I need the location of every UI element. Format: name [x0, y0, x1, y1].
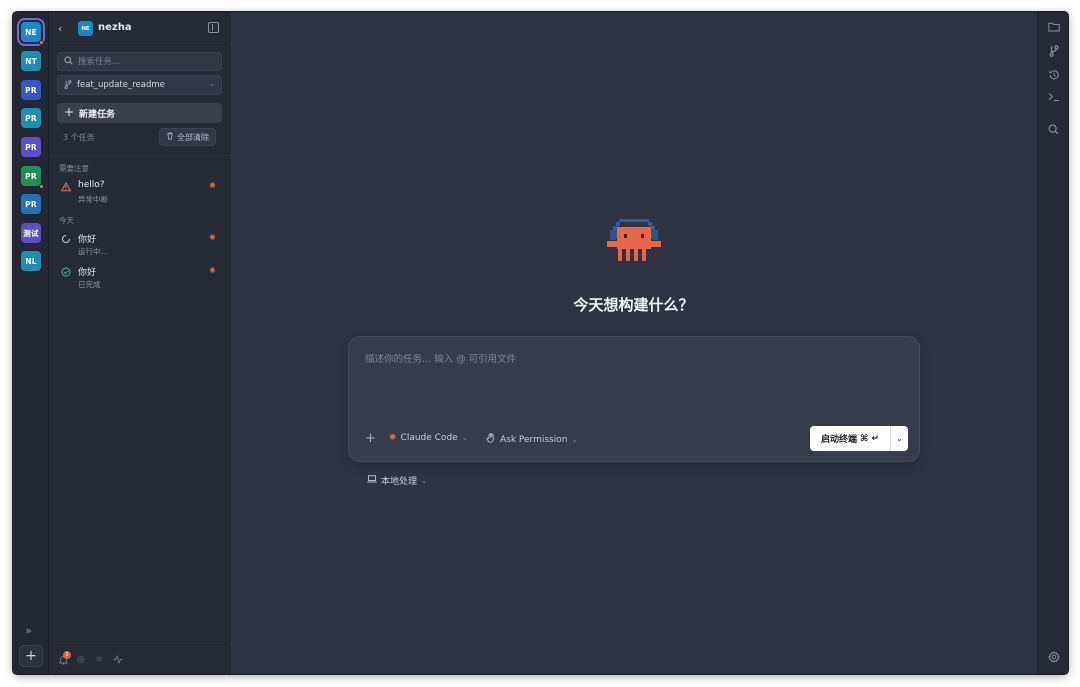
- task-sidebar: ‹ NE nezha feat_update_readme ⌄ + 新建任务 3…: [49, 12, 230, 674]
- page-title: 今天想构建什么？: [573, 296, 694, 314]
- launch-options-dropdown[interactable]: ⌄: [891, 426, 908, 451]
- task-title: 你好: [78, 268, 97, 278]
- sidebar-header: ‹ NE nezha: [49, 12, 230, 45]
- search-icon: [64, 56, 73, 68]
- project-pr-4[interactable]: PR: [21, 166, 44, 189]
- project-nl[interactable]: NL: [21, 251, 41, 271]
- main-panel: 今天想构建什么？ + ✺ Claude Code ⌄ Ask Permissio…: [230, 12, 1037, 674]
- folder-icon[interactable]: [1047, 22, 1060, 35]
- trash-icon: [166, 132, 174, 142]
- claude-agent-icon: ✺: [389, 433, 397, 443]
- execution-mode-label: 本地处理: [381, 477, 418, 487]
- task-status: 已完成: [78, 280, 101, 289]
- clear-all-button[interactable]: 全部清除: [159, 128, 216, 146]
- claude-agent-icon: ✺: [209, 181, 216, 190]
- spinner-icon: [61, 234, 71, 244]
- project-rail: NE NT PR PR PR PR PR 测试 NL » +: [13, 12, 49, 674]
- task-title: 你好: [78, 235, 97, 245]
- activity-dot: [39, 184, 44, 189]
- chevron-down-icon: ⌄: [461, 434, 468, 442]
- task-status: 异常中断: [78, 195, 108, 204]
- launch-terminal-split-button: 启动终端 ⌘ ↵ ⌄: [810, 426, 908, 451]
- add-attachment-button[interactable]: +: [365, 431, 376, 446]
- execution-mode-selector[interactable]: 本地处理 ⌄: [367, 474, 427, 487]
- check-circle-icon: [61, 267, 71, 277]
- project-ne[interactable]: NE: [17, 18, 45, 46]
- task-item[interactable]: 你好 运行中... ✺: [59, 232, 219, 260]
- chevron-down-icon: ⌄: [571, 435, 578, 444]
- project-nt[interactable]: NT: [21, 51, 41, 71]
- activity-dot: [39, 40, 44, 45]
- history-icon[interactable]: [1047, 69, 1060, 82]
- new-task-button[interactable]: + 新建任务: [57, 103, 222, 123]
- warning-icon: [60, 181, 72, 192]
- group-label-attention: 需要注意: [59, 164, 89, 173]
- sidebar-footer: 1 ◎ ☼: [49, 644, 230, 674]
- activity-icon[interactable]: [113, 654, 123, 667]
- project-pr-5[interactable]: PR: [21, 194, 41, 214]
- project-pr-3[interactable]: PR: [21, 137, 41, 157]
- clear-all-label: 全部清除: [177, 132, 209, 142]
- notification-badge: 1: [63, 651, 71, 659]
- agent-name: Claude Code: [400, 433, 458, 443]
- hand-icon: [486, 433, 496, 446]
- settings-circle-icon[interactable]: ◎: [77, 655, 85, 665]
- task-composer: + ✺ Claude Code ⌄ Ask Permission ⌄ 启动终端 …: [348, 336, 920, 462]
- launch-terminal-button[interactable]: 启动终端 ⌘ ↵: [810, 426, 890, 451]
- claude-agent-icon: ✺: [209, 266, 216, 275]
- chevron-down-icon: ⌄: [209, 80, 215, 88]
- expand-rail-icon[interactable]: »: [25, 624, 32, 637]
- project-test[interactable]: 测试: [21, 223, 41, 243]
- git-branch-icon[interactable]: [1047, 45, 1060, 58]
- new-task-label: 新建任务: [79, 110, 116, 120]
- add-project-button[interactable]: +: [19, 645, 43, 667]
- back-chevron-icon[interactable]: ‹: [58, 22, 62, 35]
- app-window: NE NT PR PR PR PR PR 测试 NL » + ‹ NE nezh…: [13, 12, 1068, 674]
- task-count: 3 个任务: [63, 133, 95, 142]
- claude-agent-icon: ✺: [209, 233, 216, 242]
- right-toolbar: [1037, 12, 1068, 674]
- plus-icon: +: [64, 105, 75, 119]
- task-status: 运行中...: [78, 247, 108, 256]
- project-pr-2[interactable]: PR: [21, 108, 41, 128]
- project-logo: NE: [78, 21, 93, 36]
- laptop-icon: [367, 475, 377, 486]
- project-pr-1[interactable]: PR: [21, 80, 41, 100]
- octopus-mascot-icon: [607, 219, 661, 261]
- task-item[interactable]: hello? 异常中断 ✺: [59, 180, 219, 208]
- terminal-icon[interactable]: [1047, 92, 1060, 105]
- task-search[interactable]: [57, 52, 222, 71]
- launch-label: 启动终端: [820, 435, 857, 445]
- search-input[interactable]: [78, 55, 218, 68]
- project-name: nezha: [98, 22, 132, 33]
- collapse-sidebar-icon[interactable]: [208, 22, 219, 33]
- divider: [49, 155, 230, 156]
- chevron-down-icon: ⌄: [421, 476, 427, 485]
- permission-selector[interactable]: Ask Permission ⌄: [486, 433, 577, 446]
- sun-icon[interactable]: ☼: [95, 655, 103, 665]
- task-title: hello?: [78, 180, 105, 190]
- task-item[interactable]: 你好 已完成 ✺: [59, 265, 219, 293]
- group-label-today: 今天: [59, 216, 74, 225]
- agent-selector[interactable]: ✺ Claude Code ⌄: [389, 433, 468, 443]
- branch-name: feat_update_readme: [77, 80, 165, 90]
- permission-label: Ask Permission: [500, 434, 568, 445]
- task-description-input[interactable]: [365, 351, 905, 411]
- git-branch-icon: [64, 80, 72, 91]
- launch-shortcut: ⌘ ↵: [859, 433, 880, 444]
- branch-selector[interactable]: feat_update_readme ⌄: [57, 75, 222, 95]
- gear-icon[interactable]: [1047, 651, 1060, 664]
- search-icon[interactable]: [1047, 124, 1060, 137]
